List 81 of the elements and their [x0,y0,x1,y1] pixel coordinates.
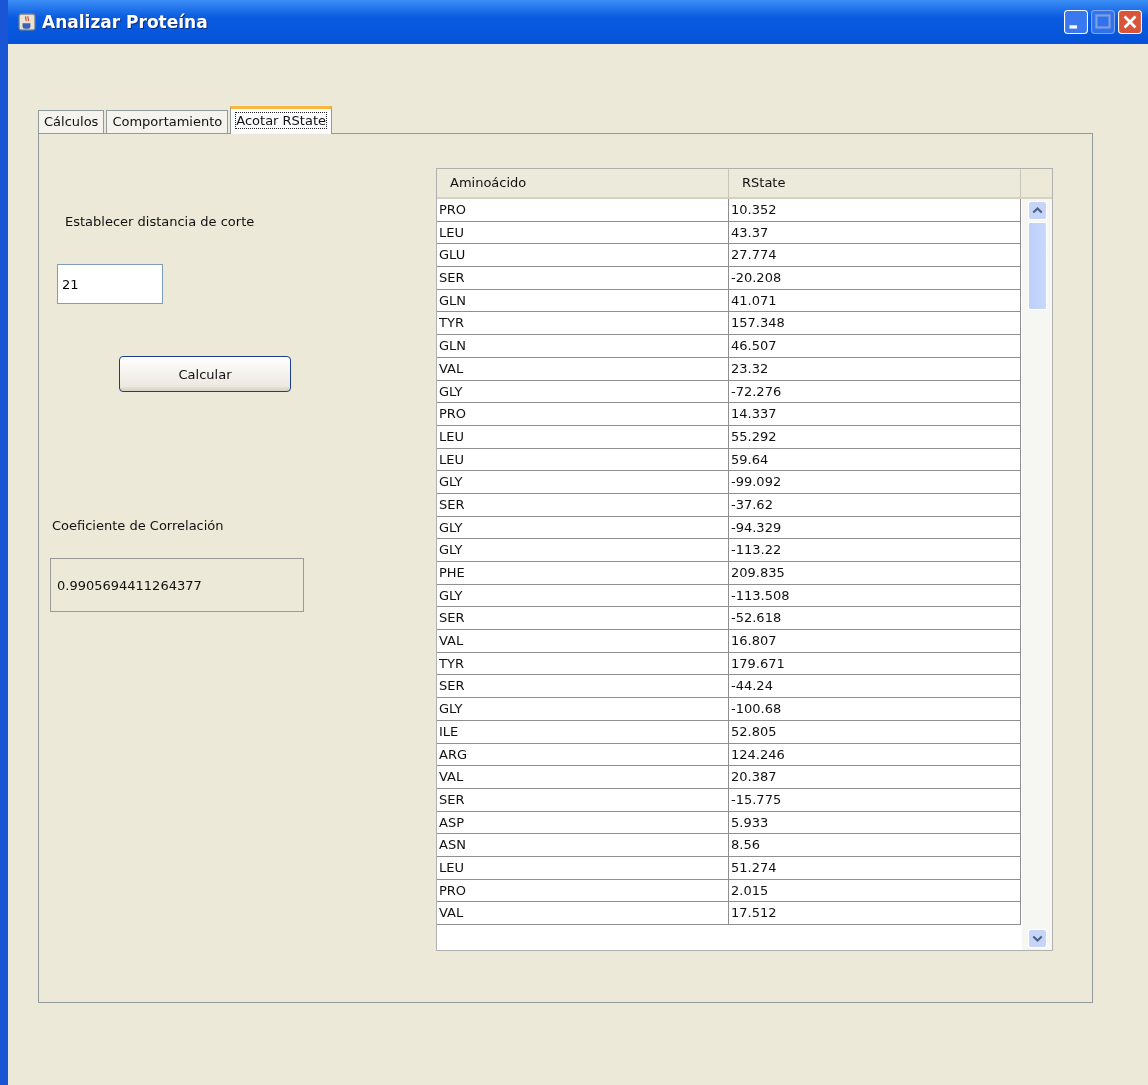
table-cell: LEU [437,221,729,245]
table-cell: VAL [437,766,729,789]
tab[interactable]: Cálculos [38,110,105,133]
table-cell: ILE [437,720,729,744]
table-cell: -113.22 [729,539,1021,562]
scroll-thumb[interactable] [1027,222,1047,310]
table-cell: 209.835 [729,562,1021,585]
table-cell: 8.56 [729,834,1021,857]
table-cell: GLY [437,516,729,540]
table-cell: LEU [437,856,729,880]
table-cell: PRO [437,403,729,426]
table-cell: VAL [437,902,729,925]
table-cell: TYR [437,652,729,676]
input-field[interactable]: 21 [57,264,163,304]
cutoff-label: Establecer distancia de corte [65,214,255,229]
table-cell: -37.62 [729,493,1021,517]
table-cell: SER [437,675,729,699]
table-cell: 43.37 [729,221,1021,245]
table-cell: ARG [437,743,729,767]
table-cell: VAL [437,630,729,653]
table-cell: 2.015 [729,879,1021,903]
table-cell: GLY [437,539,729,562]
calculate-button[interactable]: Calcular [119,356,291,392]
table-cell: PRO [437,879,729,903]
table-cell: LEU [437,448,729,472]
table-cell: -72.276 [729,380,1021,404]
scrollbar[interactable] [1022,199,1052,950]
table-cell: LEU [437,425,729,449]
table-cell: 52.805 [729,720,1021,744]
table-cell: ASN [437,834,729,857]
table-cell: 5.933 [729,811,1021,835]
table-cell: 27.774 [729,244,1021,268]
table-cell: GLY [437,584,729,608]
column-header[interactable]: RState [729,169,1021,199]
tab[interactable]: Comportamiento [106,110,229,133]
table-cell: SER [437,788,729,812]
table-cell: 17.512 [729,902,1021,925]
table-cell: GLY [437,380,729,404]
table-cell: 124.246 [729,743,1021,767]
correlation-value: 0.9905694411264377 [50,558,304,612]
table-cell: 20.387 [729,766,1021,789]
table-cell: 46.507 [729,335,1021,358]
table-cell: GLY [437,471,729,494]
table-cell: 55.292 [729,425,1021,449]
table-cell: GLN [437,289,729,313]
table-cell: 10.352 [729,199,1021,222]
scroll-down-button[interactable] [1027,929,1047,948]
table-cell: 23.32 [729,357,1021,381]
table-cell: -15.775 [729,788,1021,812]
tab[interactable]: Acotar RState [230,106,332,134]
table-cell: -99.092 [729,471,1021,494]
correlation-label: Coeficiente de Correlación [52,518,224,533]
table-cell: 157.348 [729,312,1021,336]
table-cell: PHE [437,562,729,585]
table-cell: GLY [437,698,729,721]
table-cell: -94.329 [729,516,1021,540]
table-cell: ASP [437,811,729,835]
table-cell: SER [437,267,729,290]
table-cell: 51.274 [729,856,1021,880]
table-cell: 14.337 [729,403,1021,426]
table-cell: SER [437,607,729,631]
column-header[interactable]: Aminoácido [437,169,729,199]
table-cell: SER [437,493,729,517]
table-cell: -52.618 [729,607,1021,631]
table-cell: 179.671 [729,652,1021,676]
table-cell: PRO [437,199,729,222]
table-cell: -113.508 [729,584,1021,608]
table-cell: -44.24 [729,675,1021,699]
table-cell: -100.68 [729,698,1021,721]
close-button[interactable] [1118,10,1142,34]
scroll-up-button[interactable] [1027,201,1047,220]
table-cell: GLU [437,244,729,268]
table-cell: TYR [437,312,729,336]
table-cell: VAL [437,357,729,381]
table-cell: GLN [437,335,729,358]
table-cell: 59.64 [729,448,1021,472]
table-cell: -20.208 [729,267,1021,290]
table-cell: 41.071 [729,289,1021,313]
window-title: Analizar Proteína [42,12,208,32]
table-cell: 16.807 [729,630,1021,653]
minimize-button[interactable] [1064,10,1088,34]
